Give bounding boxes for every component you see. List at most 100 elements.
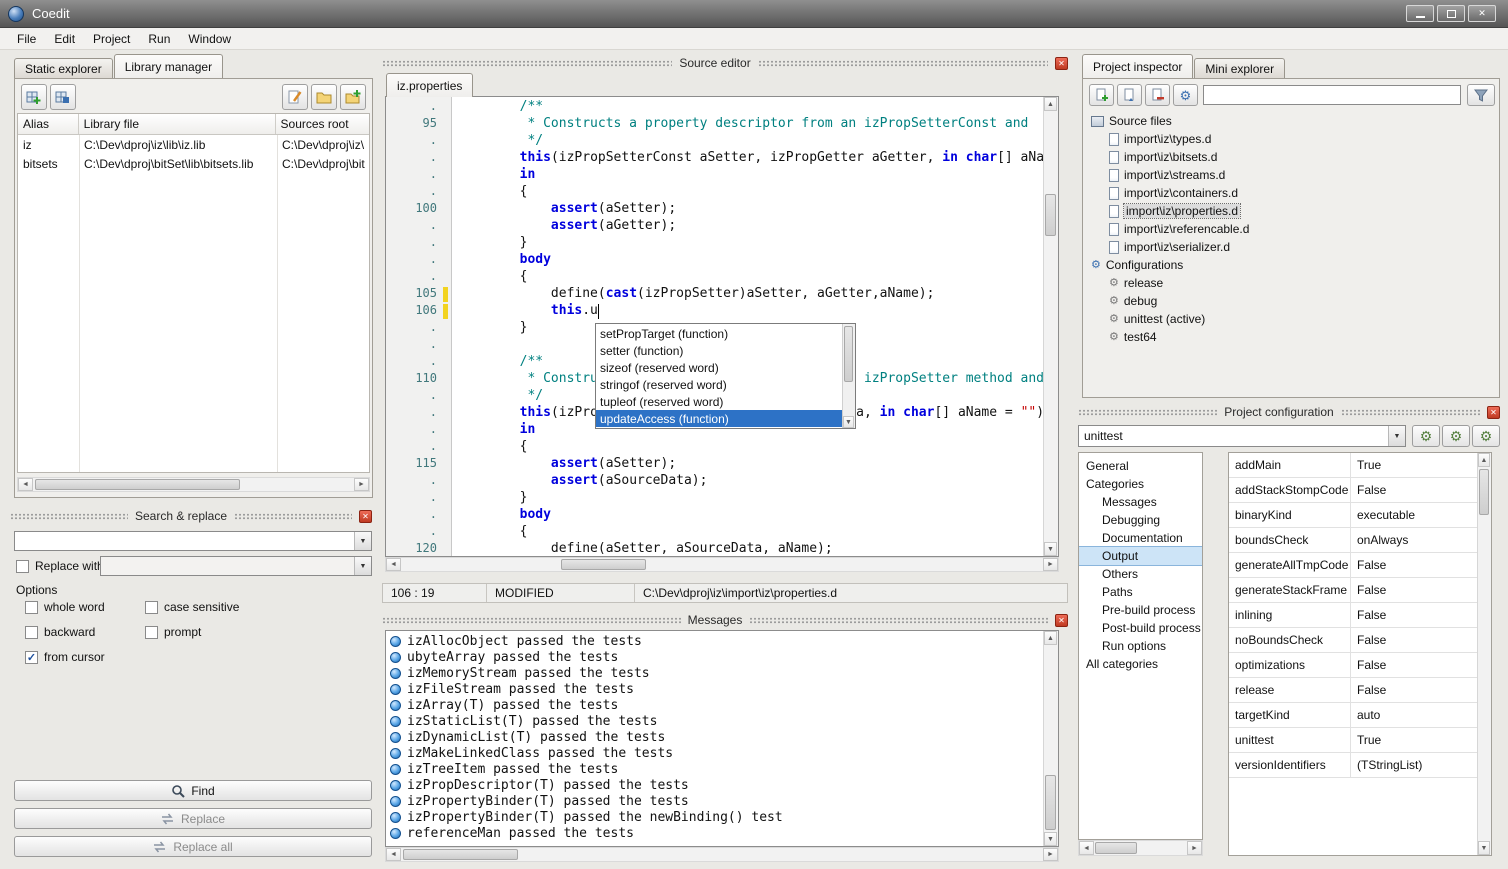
scroll-thumb[interactable] xyxy=(1095,842,1137,854)
code-line[interactable]: define(cast(izPropSetter)aSetter, aGette… xyxy=(453,286,1043,303)
property-row[interactable]: addMain True xyxy=(1229,453,1477,478)
scroll-thumb[interactable] xyxy=(561,559,646,570)
property-row[interactable]: binaryKind executable xyxy=(1229,503,1477,528)
scroll-thumb[interactable] xyxy=(844,326,853,382)
add-source-button[interactable] xyxy=(1117,84,1142,106)
property-row[interactable]: inlining False xyxy=(1229,603,1477,628)
menu-item-run[interactable]: Run xyxy=(139,28,179,49)
code-line[interactable]: this.u xyxy=(453,303,1043,320)
code-line[interactable]: } xyxy=(453,235,1043,252)
close-editor-button[interactable]: ✕ xyxy=(1055,57,1068,70)
open-folder-button[interactable] xyxy=(311,84,337,110)
category-all[interactable]: All categories xyxy=(1079,655,1202,673)
tree-node-file[interactable]: import\iz\streams.d xyxy=(1083,166,1497,184)
messages-list[interactable]: izAllocObject passed the tests ubyteArra… xyxy=(385,630,1059,847)
library-row[interactable]: iz C:\Dev\dproj\iz\lib\iz.lib C:\Dev\dpr… xyxy=(18,135,369,154)
property-row[interactable]: versionIdentifiers (TStringList) xyxy=(1229,753,1477,778)
completion-item[interactable]: sizeof (reserved word) xyxy=(596,359,842,376)
popup-scrollbar[interactable]: ▼ xyxy=(842,324,855,428)
message-row[interactable]: izMakeLinkedClass passed the tests xyxy=(386,745,1043,761)
completion-item[interactable]: stringof (reserved word) xyxy=(596,376,842,393)
property-row[interactable]: optimizations False xyxy=(1229,653,1477,678)
code-line[interactable]: in xyxy=(453,167,1043,184)
new-source-button[interactable] xyxy=(1089,84,1114,106)
dropdown-icon[interactable]: ▼ xyxy=(1388,426,1405,446)
tree-node-file[interactable]: import\iz\containers.d xyxy=(1083,184,1497,202)
message-row[interactable]: izArray(T) passed the tests xyxy=(386,697,1043,713)
scroll-up-icon[interactable]: ▲ xyxy=(1478,453,1490,467)
tree-node-configurations[interactable]: ⚙Configurations xyxy=(1083,256,1497,274)
message-row[interactable]: izFileStream passed the tests xyxy=(386,681,1043,697)
scroll-down-icon[interactable]: ▼ xyxy=(1478,841,1490,855)
tab-mini-explorer[interactable]: Mini explorer xyxy=(1194,58,1285,78)
scroll-left-icon[interactable]: ◄ xyxy=(1079,841,1094,855)
scroll-thumb[interactable] xyxy=(35,479,240,490)
property-row[interactable]: boundsCheck onAlways xyxy=(1229,528,1477,553)
column-header-sources-root[interactable]: Sources root xyxy=(276,114,369,134)
save-libraries-button[interactable] xyxy=(50,84,76,110)
code-line[interactable]: define(aSetter, aSourceData, aName); xyxy=(453,541,1043,556)
option-whole-word[interactable]: whole word xyxy=(25,600,145,614)
message-row[interactable]: ubyteArray passed the tests xyxy=(386,649,1043,665)
dropdown-icon[interactable]: ▼ xyxy=(354,557,371,575)
property-row[interactable]: release False xyxy=(1229,678,1477,703)
category-item[interactable]: Run options xyxy=(1079,637,1202,655)
code-line[interactable]: { xyxy=(453,184,1043,201)
code-line[interactable]: body xyxy=(453,252,1043,269)
close-configuration-button[interactable]: ✕ xyxy=(1487,406,1500,419)
message-row[interactable]: izStaticList(T) passed the tests xyxy=(386,713,1043,729)
completion-item[interactable]: setter (function) xyxy=(596,342,842,359)
find-button[interactable]: Find xyxy=(14,780,372,801)
scroll-left-icon[interactable]: ◄ xyxy=(386,848,401,861)
message-row[interactable]: izDynamicList(T) passed the tests xyxy=(386,729,1043,745)
completion-item[interactable]: updateAccess (function) xyxy=(596,410,842,427)
source-editor[interactable]: .95....100....105106...110....115....120… xyxy=(385,96,1059,557)
category-item[interactable]: Post-build process xyxy=(1079,619,1202,637)
category-item[interactable]: Others xyxy=(1079,565,1202,583)
replace-combobox[interactable]: ▼ xyxy=(100,556,372,576)
category-item[interactable]: Debugging xyxy=(1079,511,1202,529)
inspector-filter-input[interactable] xyxy=(1203,85,1461,105)
scroll-thumb[interactable] xyxy=(1045,194,1056,236)
scroll-right-icon[interactable]: ► xyxy=(1187,841,1202,855)
configuration-combobox[interactable]: unittest ▼ xyxy=(1078,425,1406,447)
scroll-down-icon[interactable]: ▼ xyxy=(1044,832,1057,846)
code-line[interactable]: assert(aSetter); xyxy=(453,201,1043,218)
code-line[interactable]: */ xyxy=(453,133,1043,150)
tree-node-file[interactable]: import\iz\serializer.d xyxy=(1083,238,1497,256)
messages-vscrollbar[interactable]: ▲ ▼ xyxy=(1043,631,1058,846)
code-line[interactable]: } xyxy=(453,490,1043,507)
library-hscrollbar[interactable]: ◄ ► xyxy=(17,477,370,492)
code-line[interactable]: assert(aGetter); xyxy=(453,218,1043,235)
category-item[interactable]: Paths xyxy=(1079,583,1202,601)
remove-configuration-button[interactable]: ⚙ xyxy=(1472,425,1500,447)
message-row[interactable]: izPropertyBinder(T) passed the tests xyxy=(386,793,1043,809)
menu-item-window[interactable]: Window xyxy=(179,28,240,49)
dropdown-icon[interactable]: ▼ xyxy=(354,532,371,550)
scroll-left-icon[interactable]: ◄ xyxy=(386,558,401,571)
add-library-button[interactable] xyxy=(21,84,47,110)
category-general[interactable]: General xyxy=(1079,457,1202,475)
code-line[interactable]: /** xyxy=(453,99,1043,116)
close-messages-button[interactable]: ✕ xyxy=(1055,614,1068,627)
message-row[interactable]: izTreeItem passed the tests xyxy=(386,761,1043,777)
inspector-tools-button[interactable]: ⚙ xyxy=(1173,84,1198,106)
menu-item-file[interactable]: File xyxy=(8,28,45,49)
search-input[interactable] xyxy=(15,532,354,550)
tab-static-explorer[interactable]: Static explorer xyxy=(14,58,113,78)
scroll-up-icon[interactable]: ▲ xyxy=(1044,97,1057,111)
close-window-button[interactable]: ✕ xyxy=(1468,5,1496,22)
scroll-right-icon[interactable]: ► xyxy=(1043,848,1058,861)
property-row[interactable]: targetKind auto xyxy=(1229,703,1477,728)
maximize-button[interactable] xyxy=(1437,5,1465,22)
tab-library-manager[interactable]: Library manager xyxy=(114,54,223,78)
code-line[interactable]: assert(aSourceData); xyxy=(453,473,1043,490)
tree-node-source-files[interactable]: Source files xyxy=(1083,112,1497,130)
replace-with-option[interactable]: Replace with xyxy=(16,559,104,573)
code-line[interactable]: body xyxy=(453,507,1043,524)
scroll-down-icon[interactable]: ▼ xyxy=(843,416,854,428)
code-line[interactable]: { xyxy=(453,269,1043,286)
completion-item[interactable]: setPropTarget (function) xyxy=(596,325,842,342)
option-prompt[interactable]: prompt xyxy=(145,625,355,639)
replace-button[interactable]: Replace xyxy=(14,808,372,829)
